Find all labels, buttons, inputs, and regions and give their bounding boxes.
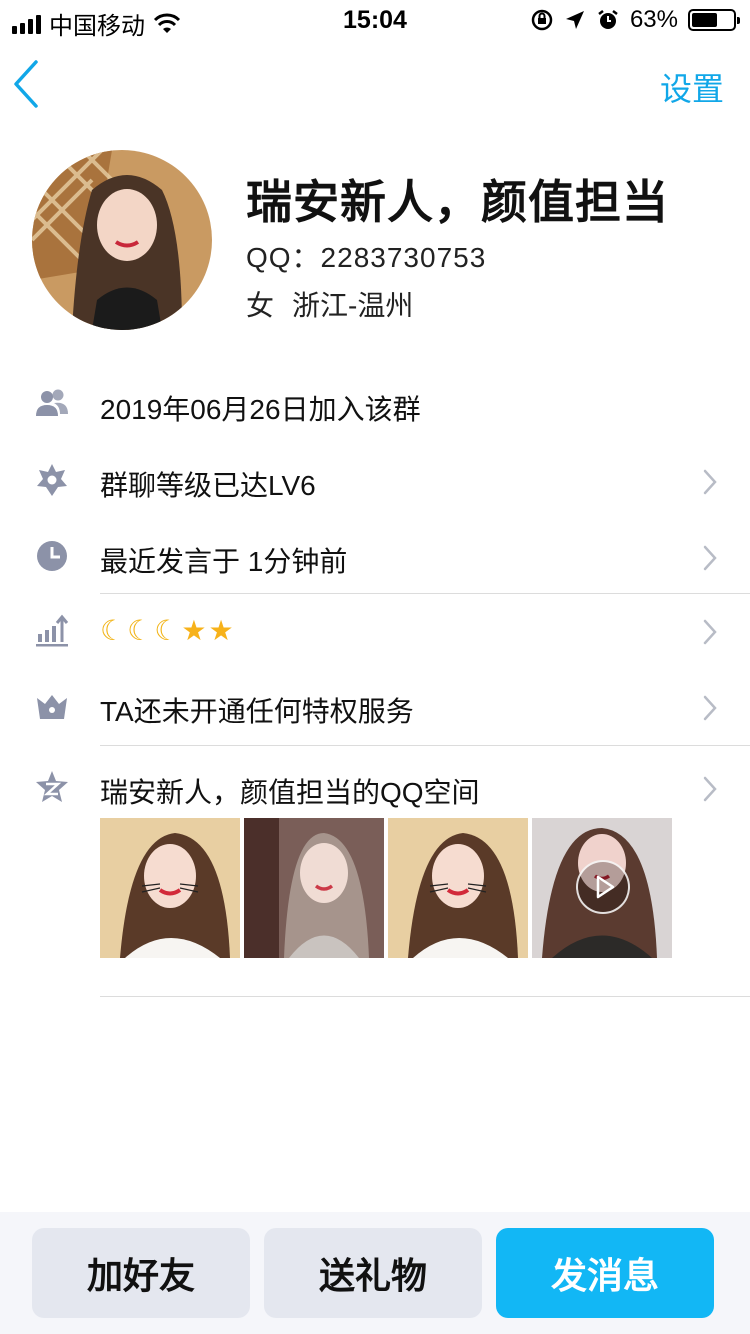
rotation-lock-icon bbox=[531, 9, 553, 31]
qzone-photos bbox=[100, 818, 672, 958]
back-button[interactable] bbox=[6, 58, 50, 110]
moon-badge: ☾ bbox=[127, 615, 155, 646]
avatar[interactable] bbox=[32, 150, 212, 330]
badge-list: ☾☾☾★★ bbox=[100, 614, 236, 647]
action-bar: 加好友 送礼物 发消息 bbox=[0, 1212, 750, 1334]
moon-badge: ☾ bbox=[154, 615, 182, 646]
chevron-right-icon bbox=[703, 545, 717, 571]
send-gift-button[interactable]: 送礼物 bbox=[264, 1228, 482, 1318]
back-icon bbox=[14, 60, 38, 108]
send-message-button[interactable]: 发消息 bbox=[496, 1228, 714, 1318]
chevron-right-icon bbox=[703, 776, 717, 802]
star-badge: ★ bbox=[181, 615, 209, 646]
qzone-text: 瑞安新人，颜值担当的QQ空间 bbox=[100, 777, 480, 808]
divider bbox=[100, 996, 750, 997]
qzone-video[interactable] bbox=[532, 818, 672, 958]
row-last-spoke[interactable]: 最近发言于 1分钟前 bbox=[0, 520, 750, 596]
group-icon bbox=[36, 389, 68, 416]
qq-number: QQ：2283730753 bbox=[246, 242, 487, 273]
row-privilege[interactable]: TA还未开通任何特权服务 bbox=[0, 670, 750, 746]
qzone-icon bbox=[36, 771, 68, 802]
qzone-photo[interactable] bbox=[244, 818, 384, 958]
divider bbox=[100, 745, 750, 746]
crown-icon bbox=[37, 695, 67, 719]
row-qzone[interactable]: 瑞安新人，颜值担当的QQ空间 bbox=[0, 751, 750, 827]
moon-badge: ☾ bbox=[100, 615, 128, 646]
chevron-right-icon bbox=[703, 619, 717, 645]
add-friend-button[interactable]: 加好友 bbox=[32, 1228, 250, 1318]
gender-location: 女浙江-温州 bbox=[246, 284, 413, 324]
status-bar: 中国移动 15:04 63% bbox=[0, 0, 750, 40]
row-joined: 2019年06月26日加入该群 bbox=[0, 368, 750, 444]
privilege-text: TA还未开通任何特权服务 bbox=[100, 696, 414, 727]
location: 浙江-温州 bbox=[292, 290, 414, 321]
qzone-photo[interactable] bbox=[388, 818, 528, 958]
battery-percent: 63% bbox=[629, 6, 678, 33]
gender: 女 bbox=[246, 290, 275, 321]
battery-icon bbox=[688, 9, 740, 31]
settings-button[interactable]: 设置 bbox=[660, 64, 724, 110]
clock-icon bbox=[37, 541, 67, 571]
row-badges[interactable]: ☾☾☾★★ bbox=[0, 594, 750, 670]
star-badge: ★ bbox=[208, 615, 236, 646]
profile-name: 瑞安新人，颜值担当 bbox=[246, 176, 669, 228]
chevron-right-icon bbox=[703, 469, 717, 495]
play-icon bbox=[576, 860, 630, 914]
location-icon bbox=[565, 11, 584, 29]
row-level[interactable]: 群聊等级已达LV6 bbox=[0, 444, 750, 520]
level-icon bbox=[37, 464, 67, 496]
rank-icon bbox=[36, 614, 69, 647]
chevron-right-icon bbox=[703, 695, 717, 721]
joined-date: 2019年06月26日加入该群 bbox=[100, 394, 421, 425]
last-spoke-text: 最近发言于 1分钟前 bbox=[100, 546, 348, 577]
alarm-icon bbox=[598, 10, 618, 29]
level-text: 群聊等级已达LV6 bbox=[100, 470, 316, 501]
qzone-photo[interactable] bbox=[100, 818, 240, 958]
